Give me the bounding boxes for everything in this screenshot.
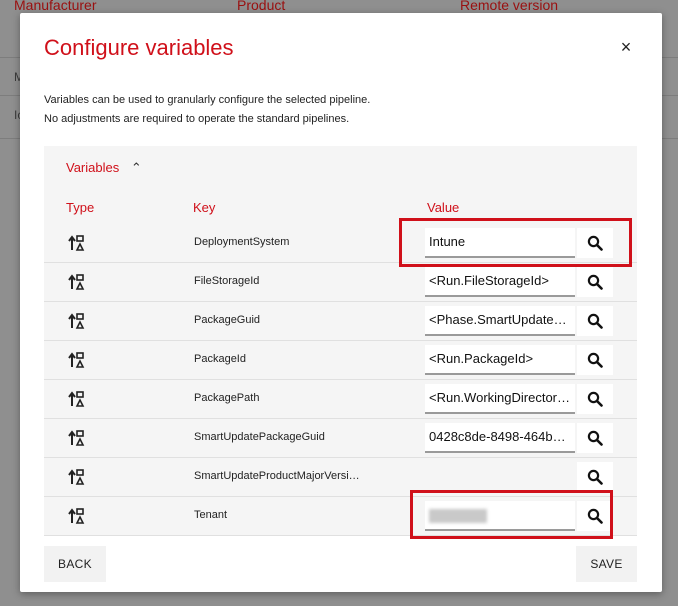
value-lookup-button[interactable] (577, 345, 613, 375)
variable-row: Tenant (44, 497, 637, 536)
variable-key: PackageId (194, 353, 246, 365)
variable-row: SmartUpdateProductMajorVersi… (44, 458, 637, 497)
close-icon: × (620, 37, 632, 57)
variable-key: FileStorageId (194, 275, 260, 287)
variable-value-input[interactable]: <Run.WorkingDirector… (425, 384, 575, 414)
chevron-up-icon: ⌃ (130, 160, 142, 175)
back-button[interactable]: BACK (44, 546, 106, 582)
variable-key: PackagePath (194, 392, 260, 404)
variables-section-toggle[interactable]: Variables ⌃ (66, 160, 142, 176)
dialog-description-line-1: Variables can be used to granularly conf… (44, 94, 371, 106)
sort-variable-icon (67, 468, 85, 486)
sort-variable-icon (67, 351, 85, 369)
background-header-remote-version: Remote version (460, 0, 559, 13)
variable-value-input[interactable] (425, 462, 575, 492)
sort-variable-icon (67, 234, 85, 252)
background-header-product: Product (237, 0, 286, 13)
redacted-value (429, 508, 487, 523)
value-lookup-button[interactable] (577, 384, 613, 414)
sort-variable-icon (67, 390, 85, 408)
sort-variable-icon (67, 429, 85, 447)
value-lookup-button[interactable] (577, 306, 613, 336)
variable-row: PackageGuid <Phase.SmartUpdate… (44, 302, 637, 341)
value-lookup-button[interactable] (577, 501, 613, 531)
variable-key: PackageGuid (194, 314, 261, 326)
variable-value-input[interactable]: 0428c8de-8498-464b… (425, 423, 575, 453)
column-header-key: Key (193, 200, 216, 215)
column-header-value: Value (427, 200, 460, 215)
configure-variables-dialog: Configure variables × Variables can be u… (20, 13, 662, 592)
variable-key: DeploymentSystem (194, 236, 290, 248)
variable-row: DeploymentSystem Intune (44, 224, 637, 263)
search-icon (587, 430, 603, 446)
variable-row: SmartUpdatePackageGuid 0428c8de-8498-464b… (44, 419, 637, 458)
variable-value-input[interactable]: <Phase.SmartUpdate… (425, 306, 575, 336)
search-icon (587, 352, 603, 368)
search-icon (587, 508, 603, 524)
variable-row: FileStorageId <Run.FileStorageId> (44, 263, 637, 302)
background-header-manufacturer: Manufacturer (14, 0, 97, 13)
search-icon (587, 313, 603, 329)
search-icon (587, 235, 603, 251)
variable-value-input[interactable]: Intune (425, 228, 575, 258)
sort-variable-icon (67, 312, 85, 330)
variables-panel: Variables ⌃ Type Key Value DeploymentSys… (44, 146, 637, 536)
variables-section-label: Variables (66, 160, 120, 175)
variable-value-input[interactable]: <Run.FileStorageId> (425, 267, 575, 297)
search-icon (587, 469, 603, 485)
close-button[interactable]: × (616, 37, 636, 57)
sort-variable-icon (67, 273, 85, 291)
variable-key: SmartUpdatePackageGuid (194, 431, 325, 443)
variable-value-input[interactable]: <Run.PackageId> (425, 345, 575, 375)
value-lookup-button[interactable] (577, 423, 613, 453)
save-button[interactable]: SAVE (576, 546, 637, 582)
value-lookup-button[interactable] (577, 267, 613, 297)
dialog-description-line-2: No adjustments are required to operate t… (44, 113, 350, 125)
dialog-title: Configure variables (44, 35, 234, 60)
variable-key: SmartUpdateProductMajorVersi… (194, 470, 360, 482)
variable-value-input[interactable] (425, 501, 575, 531)
column-header-type: Type (66, 200, 95, 215)
search-icon (587, 274, 603, 290)
variable-row: PackagePath <Run.WorkingDirector… (44, 380, 637, 419)
value-lookup-button[interactable] (577, 462, 613, 492)
sort-variable-icon (67, 507, 85, 525)
variable-row: PackageId <Run.PackageId> (44, 341, 637, 380)
variable-key: Tenant (194, 509, 228, 521)
search-icon (587, 391, 603, 407)
value-lookup-button[interactable] (577, 228, 613, 258)
